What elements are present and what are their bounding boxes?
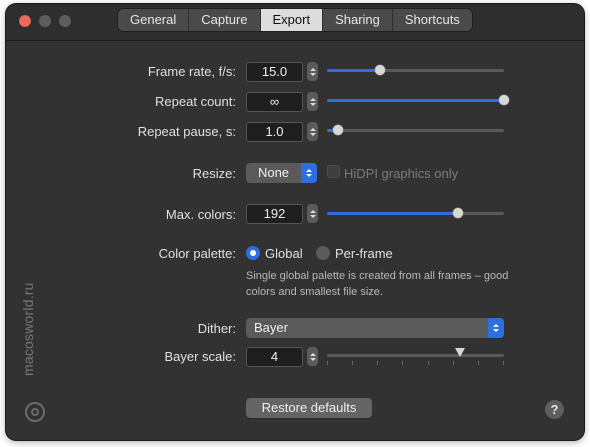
repeat-count-field[interactable]: ∞	[246, 92, 303, 112]
chevron-up-down-icon	[301, 163, 317, 183]
max-colors-slider[interactable]	[327, 206, 504, 220]
hidpi-label: HiDPI graphics only	[344, 166, 459, 181]
bayer-scale-label: Bayer scale:	[164, 349, 236, 364]
minimize-window-button[interactable]	[39, 15, 51, 27]
color-palette-label: Color palette:	[158, 246, 236, 261]
tab-export[interactable]: Export	[260, 9, 324, 31]
close-window-button[interactable]	[19, 15, 31, 27]
preferences-window: General Capture Export Sharing Shortcuts…	[6, 4, 584, 440]
slider-fill	[327, 69, 381, 72]
repeat-pause-slider[interactable]	[327, 123, 504, 137]
frame-rate-field[interactable]: 15.0	[246, 62, 303, 82]
frame-rate-slider[interactable]	[327, 63, 504, 77]
slider-tick	[377, 361, 379, 365]
slider-fill	[327, 212, 458, 215]
repeat-count-slider[interactable]	[327, 93, 509, 107]
dither-label: Dither:	[197, 321, 236, 336]
slider-tick	[327, 361, 328, 365]
watermark-text: macosworld.ru	[20, 282, 36, 376]
radio-per-frame[interactable]	[316, 246, 330, 260]
frame-rate-label: Frame rate, f/s:	[147, 64, 236, 79]
tab-shortcuts[interactable]: Shortcuts	[393, 9, 472, 31]
slider-knob[interactable]	[454, 348, 465, 357]
resize-popup-value: None	[257, 165, 290, 180]
repeat-pause-field[interactable]: 1.0	[246, 122, 303, 142]
title-bar: General Capture Export Sharing Shortcuts	[6, 4, 584, 41]
slider-tick	[427, 361, 429, 365]
dither-popup-value: Bayer	[254, 320, 288, 335]
dither-popup[interactable]: Bayer	[246, 318, 504, 338]
slider-tick	[402, 361, 404, 365]
radio-global[interactable]	[246, 246, 260, 260]
slider-knob[interactable]	[375, 65, 386, 75]
repeat-count-stepper[interactable]	[307, 92, 318, 111]
slider-knob[interactable]	[332, 125, 343, 135]
resize-popup[interactable]: None	[246, 163, 317, 183]
palette-description-line2: colors and smallest file size.	[246, 286, 383, 298]
bayer-scale-field[interactable]: 4	[246, 347, 303, 367]
preferences-tabs: General Capture Export Sharing Shortcuts	[118, 9, 472, 31]
tab-general[interactable]: General	[118, 9, 190, 31]
watermark-logo-icon	[25, 402, 45, 422]
slider-tick	[503, 361, 504, 365]
slider-fill	[327, 99, 504, 102]
slider-tick	[477, 361, 479, 365]
bayer-scale-stepper[interactable]	[307, 347, 318, 366]
max-colors-field[interactable]: 192	[246, 204, 303, 224]
slider-tick	[352, 361, 354, 365]
repeat-pause-label: Repeat pause, s:	[137, 124, 236, 139]
zoom-window-button[interactable]	[59, 15, 71, 27]
tab-sharing[interactable]: Sharing	[323, 9, 393, 31]
frame-rate-stepper[interactable]	[307, 62, 318, 81]
help-button[interactable]: ?	[545, 400, 564, 419]
slider-track	[327, 354, 504, 357]
restore-defaults-button[interactable]: Restore defaults	[246, 398, 372, 418]
repeat-count-label: Repeat count:	[155, 94, 236, 109]
tab-capture[interactable]: Capture	[189, 9, 261, 31]
max-colors-stepper[interactable]	[307, 204, 318, 223]
resize-label: Resize:	[192, 166, 236, 181]
slider-knob[interactable]	[499, 95, 509, 105]
hidpi-checkbox[interactable]	[327, 165, 340, 178]
max-colors-label: Max. colors:	[165, 207, 236, 222]
repeat-pause-stepper[interactable]	[307, 122, 318, 141]
slider-ticks	[327, 361, 504, 365]
palette-description: Single global palette is created from al…	[246, 268, 546, 300]
bayer-scale-slider[interactable]	[327, 348, 504, 365]
slider-track	[327, 129, 504, 132]
slider-knob[interactable]	[452, 208, 463, 218]
radio-per-frame-label[interactable]: Per-frame	[335, 246, 393, 261]
chevron-up-down-icon	[488, 318, 504, 338]
radio-global-label[interactable]: Global	[265, 246, 303, 261]
slider-tick	[452, 361, 454, 365]
palette-description-line1: Single global palette is created from al…	[246, 270, 509, 282]
